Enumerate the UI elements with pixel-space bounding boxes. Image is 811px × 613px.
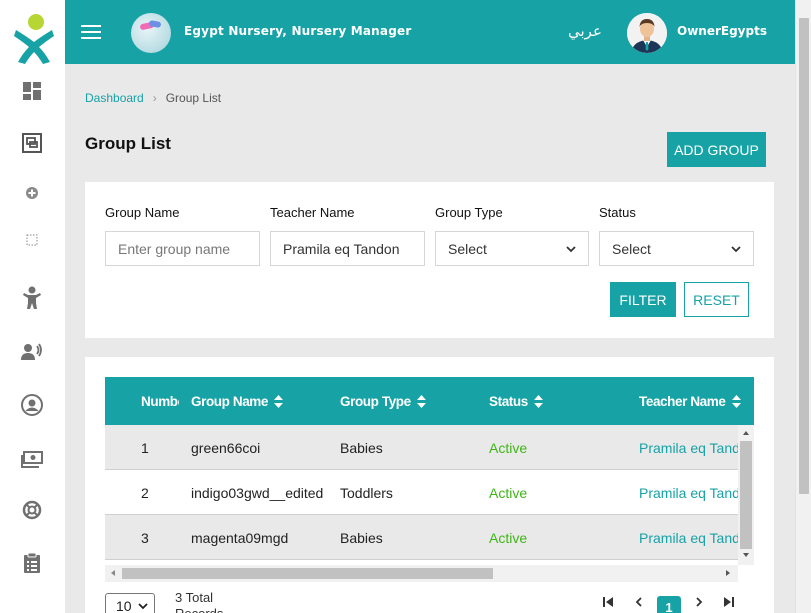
first-page-icon[interactable]: [601, 597, 615, 607]
child-icon[interactable]: [20, 286, 44, 310]
sort-icon: [274, 394, 284, 408]
page-size-select[interactable]: 10: [105, 593, 155, 613]
last-page-icon[interactable]: [721, 597, 735, 607]
group-type-label: Group Type: [435, 205, 503, 220]
table-horizontal-scrollbar[interactable]: [105, 565, 738, 582]
group-name-label: Group Name: [105, 205, 180, 220]
cell-status: Active: [489, 439, 528, 456]
support-icon[interactable]: [20, 498, 44, 522]
breadcrumb-dashboard-link[interactable]: Dashboard: [85, 91, 144, 105]
total-records: 3 Total Records: [175, 590, 223, 613]
status-selected: Select: [612, 240, 651, 257]
reset-button[interactable]: RESET: [684, 282, 749, 317]
dashboard-icon[interactable]: [20, 79, 44, 103]
page-scrollbar[interactable]: [795, 0, 811, 613]
previous-page-icon[interactable]: [631, 597, 645, 607]
plus-circle-icon[interactable]: [20, 181, 44, 205]
column-header-status[interactable]: Status: [489, 377, 629, 425]
column-header-teacher-name[interactable]: Teacher Name: [639, 377, 754, 425]
status-label: Status: [599, 205, 636, 220]
filter-panel: Group Name Teacher Name Group Type Statu…: [85, 182, 774, 338]
scroll-up-icon[interactable]: [743, 431, 749, 435]
breadcrumb-chevron-icon: ›: [152, 91, 157, 105]
table-header: Number Group Name Group Type Status Teac…: [105, 377, 754, 425]
cell-group-name: green66coi: [191, 439, 261, 456]
cell-group-type: Toddlers: [340, 484, 393, 501]
cell-teacher-link[interactable]: Pramila eq Tandon: [639, 425, 738, 470]
avatar[interactable]: [627, 13, 667, 53]
table-row[interactable]: 3 magenta09mgd Babies Active Pramila eq …: [105, 515, 738, 560]
column-header-group-type[interactable]: Group Type: [340, 377, 480, 425]
sort-icon: [731, 394, 741, 408]
money-icon[interactable]: [20, 448, 44, 472]
scroll-right-icon[interactable]: [726, 570, 730, 576]
teacher-name-input[interactable]: Pramila eq Tandon: [270, 231, 425, 266]
dotted-square-icon[interactable]: [20, 228, 44, 252]
hamburger-menu-icon[interactable]: [81, 25, 101, 39]
breadcrumb-current: Group List: [165, 91, 222, 105]
table-row[interactable]: 1 green66coi Babies Active Pramila eq Ta…: [105, 425, 738, 470]
chevron-down-icon: [731, 245, 741, 252]
scroll-down-icon[interactable]: [743, 553, 749, 557]
cell-group-type: Babies: [340, 529, 383, 546]
cell-number: 3: [141, 529, 149, 546]
sidebar: [0, 0, 65, 613]
app-logo[interactable]: [12, 12, 56, 64]
add-group-button[interactable]: ADD GROUP: [667, 132, 766, 167]
username[interactable]: OwnerEgypts: [677, 24, 767, 38]
table-vertical-scrollbar[interactable]: [738, 425, 754, 565]
cell-group-name: magenta09mgd: [191, 529, 289, 546]
group-type-selected: Select: [448, 240, 487, 257]
table-row[interactable]: 2 indigo03gwd__edited Toddlers Active Pr…: [105, 470, 738, 515]
current-page-button[interactable]: 1: [657, 596, 681, 613]
cell-number: 1: [141, 439, 149, 456]
cell-status: Active: [489, 529, 528, 546]
cell-teacher-link[interactable]: Pramila eq Tandon: [639, 470, 738, 515]
page-size-value: 10: [116, 598, 132, 613]
language-toggle[interactable]: عربي: [568, 22, 602, 40]
chevron-down-icon: [566, 245, 576, 252]
teacher-name-label: Teacher Name: [270, 205, 355, 220]
group-table-panel: Number Group Name Group Type Status Teac…: [85, 357, 774, 613]
cell-number: 2: [141, 484, 149, 501]
next-page-icon[interactable]: [692, 597, 706, 607]
cell-group-type: Babies: [340, 439, 383, 456]
chevron-down-icon: [138, 603, 148, 610]
status-select[interactable]: Select: [599, 231, 754, 266]
clipboard-icon[interactable]: [20, 551, 44, 575]
group-type-select[interactable]: Select: [435, 231, 589, 266]
sort-icon: [533, 394, 543, 408]
user-circle-icon[interactable]: [20, 393, 44, 417]
cell-teacher-link[interactable]: Pramila eq Tandon: [639, 515, 738, 560]
groups-icon[interactable]: [20, 131, 44, 155]
breadcrumb: Dashboard › Group List: [85, 91, 221, 105]
column-header-number[interactable]: Number: [141, 377, 179, 425]
cell-group-name: indigo03gwd__edited: [191, 484, 324, 501]
nursery-title: Egypt Nursery, Nursery Manager: [184, 24, 412, 38]
sort-icon: [416, 394, 426, 408]
scroll-left-icon[interactable]: [111, 570, 115, 576]
group-name-input[interactable]: Enter group name: [105, 231, 260, 266]
column-header-group-name[interactable]: Group Name: [191, 377, 331, 425]
page-title: Group List: [85, 134, 171, 153]
cell-status: Active: [489, 484, 528, 501]
teacher-icon[interactable]: [20, 340, 44, 364]
top-header: Egypt Nursery, Nursery Manager عربي Owne…: [65, 0, 811, 64]
nursery-logo: [131, 13, 171, 53]
filter-button[interactable]: FILTER: [610, 282, 676, 317]
